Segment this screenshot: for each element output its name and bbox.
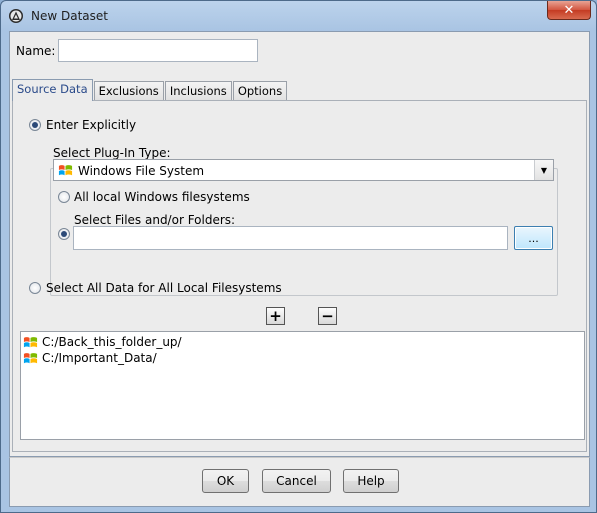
tab-options[interactable]: Options — [232, 81, 288, 101]
minus-icon: − — [321, 306, 334, 325]
select-all-data-radio[interactable] — [29, 282, 41, 294]
all-local-windows-radio[interactable] — [58, 191, 70, 203]
list-item[interactable]: C:/Important_Data/ — [23, 350, 157, 366]
chevron-down-icon[interactable]: ▼ — [534, 160, 553, 180]
enter-explicitly-label: Enter Explicitly — [46, 118, 137, 132]
close-button[interactable]: ✕ — [547, 1, 591, 20]
cancel-button[interactable]: Cancel — [262, 469, 331, 493]
button-bar: OK Cancel Help — [9, 457, 590, 507]
dialog-body: Name: Source Data Exclusions Inclusions … — [9, 31, 590, 457]
close-icon: ✕ — [563, 2, 575, 18]
enter-explicitly-radio[interactable] — [29, 119, 41, 131]
name-input[interactable] — [58, 39, 258, 62]
tab-exclusions[interactable]: Exclusions — [93, 81, 164, 101]
tab-source-data[interactable]: Source Data — [12, 79, 93, 101]
windows-logo-icon — [23, 352, 38, 363]
dialog-window: New Dataset ✕ Name: Source Data Exclusio… — [0, 0, 597, 513]
select-files-radio[interactable] — [58, 228, 70, 240]
source-data-panel: Enter Explicitly Select Plug-In Type: Wi… — [12, 100, 587, 452]
plugin-type-value: Windows File System — [78, 164, 205, 178]
plugin-type-label: Select Plug-In Type: — [53, 146, 171, 160]
ok-button[interactable]: OK — [202, 469, 249, 493]
help-button[interactable]: Help — [343, 469, 399, 493]
add-path-button[interactable]: + — [266, 307, 285, 325]
select-all-data-label: Select All Data for All Local Filesystem… — [46, 281, 282, 295]
windows-logo-icon — [23, 336, 38, 347]
tab-strip: Source Data Exclusions Inclusions Option… — [12, 79, 288, 101]
all-local-windows-label: All local Windows filesystems — [74, 190, 250, 204]
dataset-app-icon — [9, 9, 23, 23]
files-folders-input[interactable] — [73, 226, 508, 250]
windows-logo-icon — [58, 165, 73, 176]
browse-button[interactable]: ... — [514, 226, 553, 250]
remove-path-button[interactable]: − — [318, 307, 337, 325]
name-label: Name: — [16, 44, 56, 58]
path-text: C:/Back_this_folder_up/ — [42, 335, 182, 349]
selected-paths-list[interactable]: C:/Back_this_folder_up/ C:/Important_Dat… — [20, 331, 585, 440]
list-item[interactable]: C:/Back_this_folder_up/ — [23, 334, 182, 350]
title-bar[interactable]: New Dataset ✕ — [1, 1, 596, 31]
plus-icon: + — [269, 306, 282, 325]
window-title: New Dataset — [31, 9, 108, 23]
plugin-type-select[interactable]: Windows File System ▼ — [53, 159, 554, 181]
select-files-label: Select Files and/or Folders: — [74, 213, 236, 227]
path-text: C:/Important_Data/ — [42, 351, 157, 365]
tab-inclusions[interactable]: Inclusions — [164, 81, 232, 101]
